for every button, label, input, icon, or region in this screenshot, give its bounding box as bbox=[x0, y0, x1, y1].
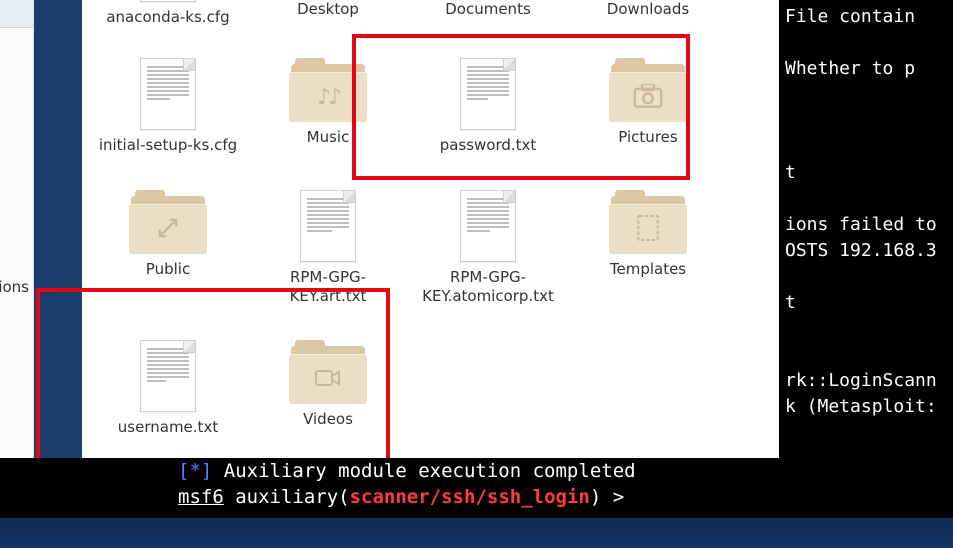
text-file-icon bbox=[140, 0, 196, 2]
file-label: RPM-GPG-KEY.atomicorp.txt bbox=[413, 268, 563, 306]
folder-item-public[interactable]: Public bbox=[88, 190, 248, 279]
prompt-msf: msf6 bbox=[178, 486, 224, 508]
file-manager-icon-view[interactable]: anaconda-ks.cfg Desktop Documents Downlo… bbox=[82, 0, 779, 458]
music-icon bbox=[317, 85, 339, 110]
status-message: Auxiliary module execution completed bbox=[212, 460, 635, 482]
file-label: Templates bbox=[610, 260, 686, 279]
file-label: Desktop bbox=[297, 0, 359, 19]
folder-icon bbox=[289, 58, 367, 122]
text-file-icon bbox=[140, 58, 196, 130]
folder-item[interactable]: Documents bbox=[408, 0, 568, 19]
file-item[interactable]: RPM-GPG-KEY.art.txt bbox=[248, 190, 408, 306]
terminal-bottom[interactable]: [*] Auxiliary module execution completed… bbox=[0, 458, 953, 518]
sidebar-item-fragment[interactable]: tions bbox=[0, 278, 29, 296]
file-label: password.txt bbox=[440, 136, 537, 155]
terminal-line: t bbox=[785, 162, 796, 183]
folder-icon bbox=[609, 190, 687, 254]
file-label: RPM-GPG-KEY.art.txt bbox=[253, 268, 403, 306]
prompt-module: scanner/ssh/ssh_login bbox=[350, 486, 590, 508]
file-item-username[interactable]: username.txt bbox=[88, 340, 248, 437]
file-label: anaconda-ks.cfg bbox=[106, 8, 229, 27]
text-file-icon bbox=[460, 190, 516, 262]
file-item[interactable]: RPM-GPG-KEY.atomicorp.txt bbox=[408, 190, 568, 306]
folder-icon bbox=[129, 190, 207, 254]
file-label: username.txt bbox=[118, 418, 218, 437]
file-label: Music bbox=[307, 128, 350, 147]
folder-item-videos[interactable]: Videos bbox=[248, 340, 408, 429]
camera-icon bbox=[633, 84, 663, 112]
file-label: Public bbox=[146, 260, 190, 279]
file-label: Pictures bbox=[618, 128, 677, 147]
terminal-line: Whether to p bbox=[785, 58, 915, 79]
video-icon bbox=[315, 367, 341, 393]
prompt-end: ) > bbox=[590, 486, 636, 508]
share-icon bbox=[154, 214, 182, 246]
file-label: Documents bbox=[445, 0, 531, 19]
file-item[interactable]: anaconda-ks.cfg bbox=[88, 0, 248, 27]
folder-item[interactable]: Downloads bbox=[568, 0, 728, 19]
terminal-line: rk::LoginScann bbox=[785, 370, 937, 391]
file-label: Downloads bbox=[607, 0, 689, 19]
folder-item-music[interactable]: Music bbox=[248, 58, 408, 147]
folder-item-pictures[interactable]: Pictures bbox=[568, 58, 728, 147]
template-icon bbox=[637, 215, 659, 245]
file-label: Videos bbox=[303, 410, 353, 429]
text-file-icon bbox=[140, 340, 196, 412]
file-item-password[interactable]: password.txt bbox=[408, 58, 568, 155]
terminal-right[interactable]: File contain Whether to p t ions failed … bbox=[779, 0, 953, 458]
prompt-aux: auxiliary( bbox=[224, 486, 350, 508]
folder-icon bbox=[609, 58, 687, 122]
desktop-background bbox=[0, 518, 953, 548]
terminal-line: OSTS 192.168.3 bbox=[785, 240, 937, 261]
text-file-icon bbox=[460, 58, 516, 130]
status-marker: [*] bbox=[178, 460, 212, 482]
terminal-line: t bbox=[785, 292, 796, 313]
terminal-line: k (Metasploit: bbox=[785, 396, 937, 417]
folder-icon bbox=[289, 340, 367, 404]
folder-item-templates[interactable]: Templates bbox=[568, 190, 728, 279]
folder-item[interactable]: Desktop bbox=[248, 0, 408, 19]
text-file-icon bbox=[300, 190, 356, 262]
file-item[interactable]: initial-setup-ks.cfg bbox=[88, 58, 248, 155]
sidebar: tions bbox=[0, 0, 34, 458]
file-label: initial-setup-ks.cfg bbox=[99, 136, 237, 155]
terminal-line: File contain bbox=[785, 6, 915, 27]
sidebar-header bbox=[0, 0, 33, 28]
terminal-line: ions failed to bbox=[785, 214, 937, 235]
